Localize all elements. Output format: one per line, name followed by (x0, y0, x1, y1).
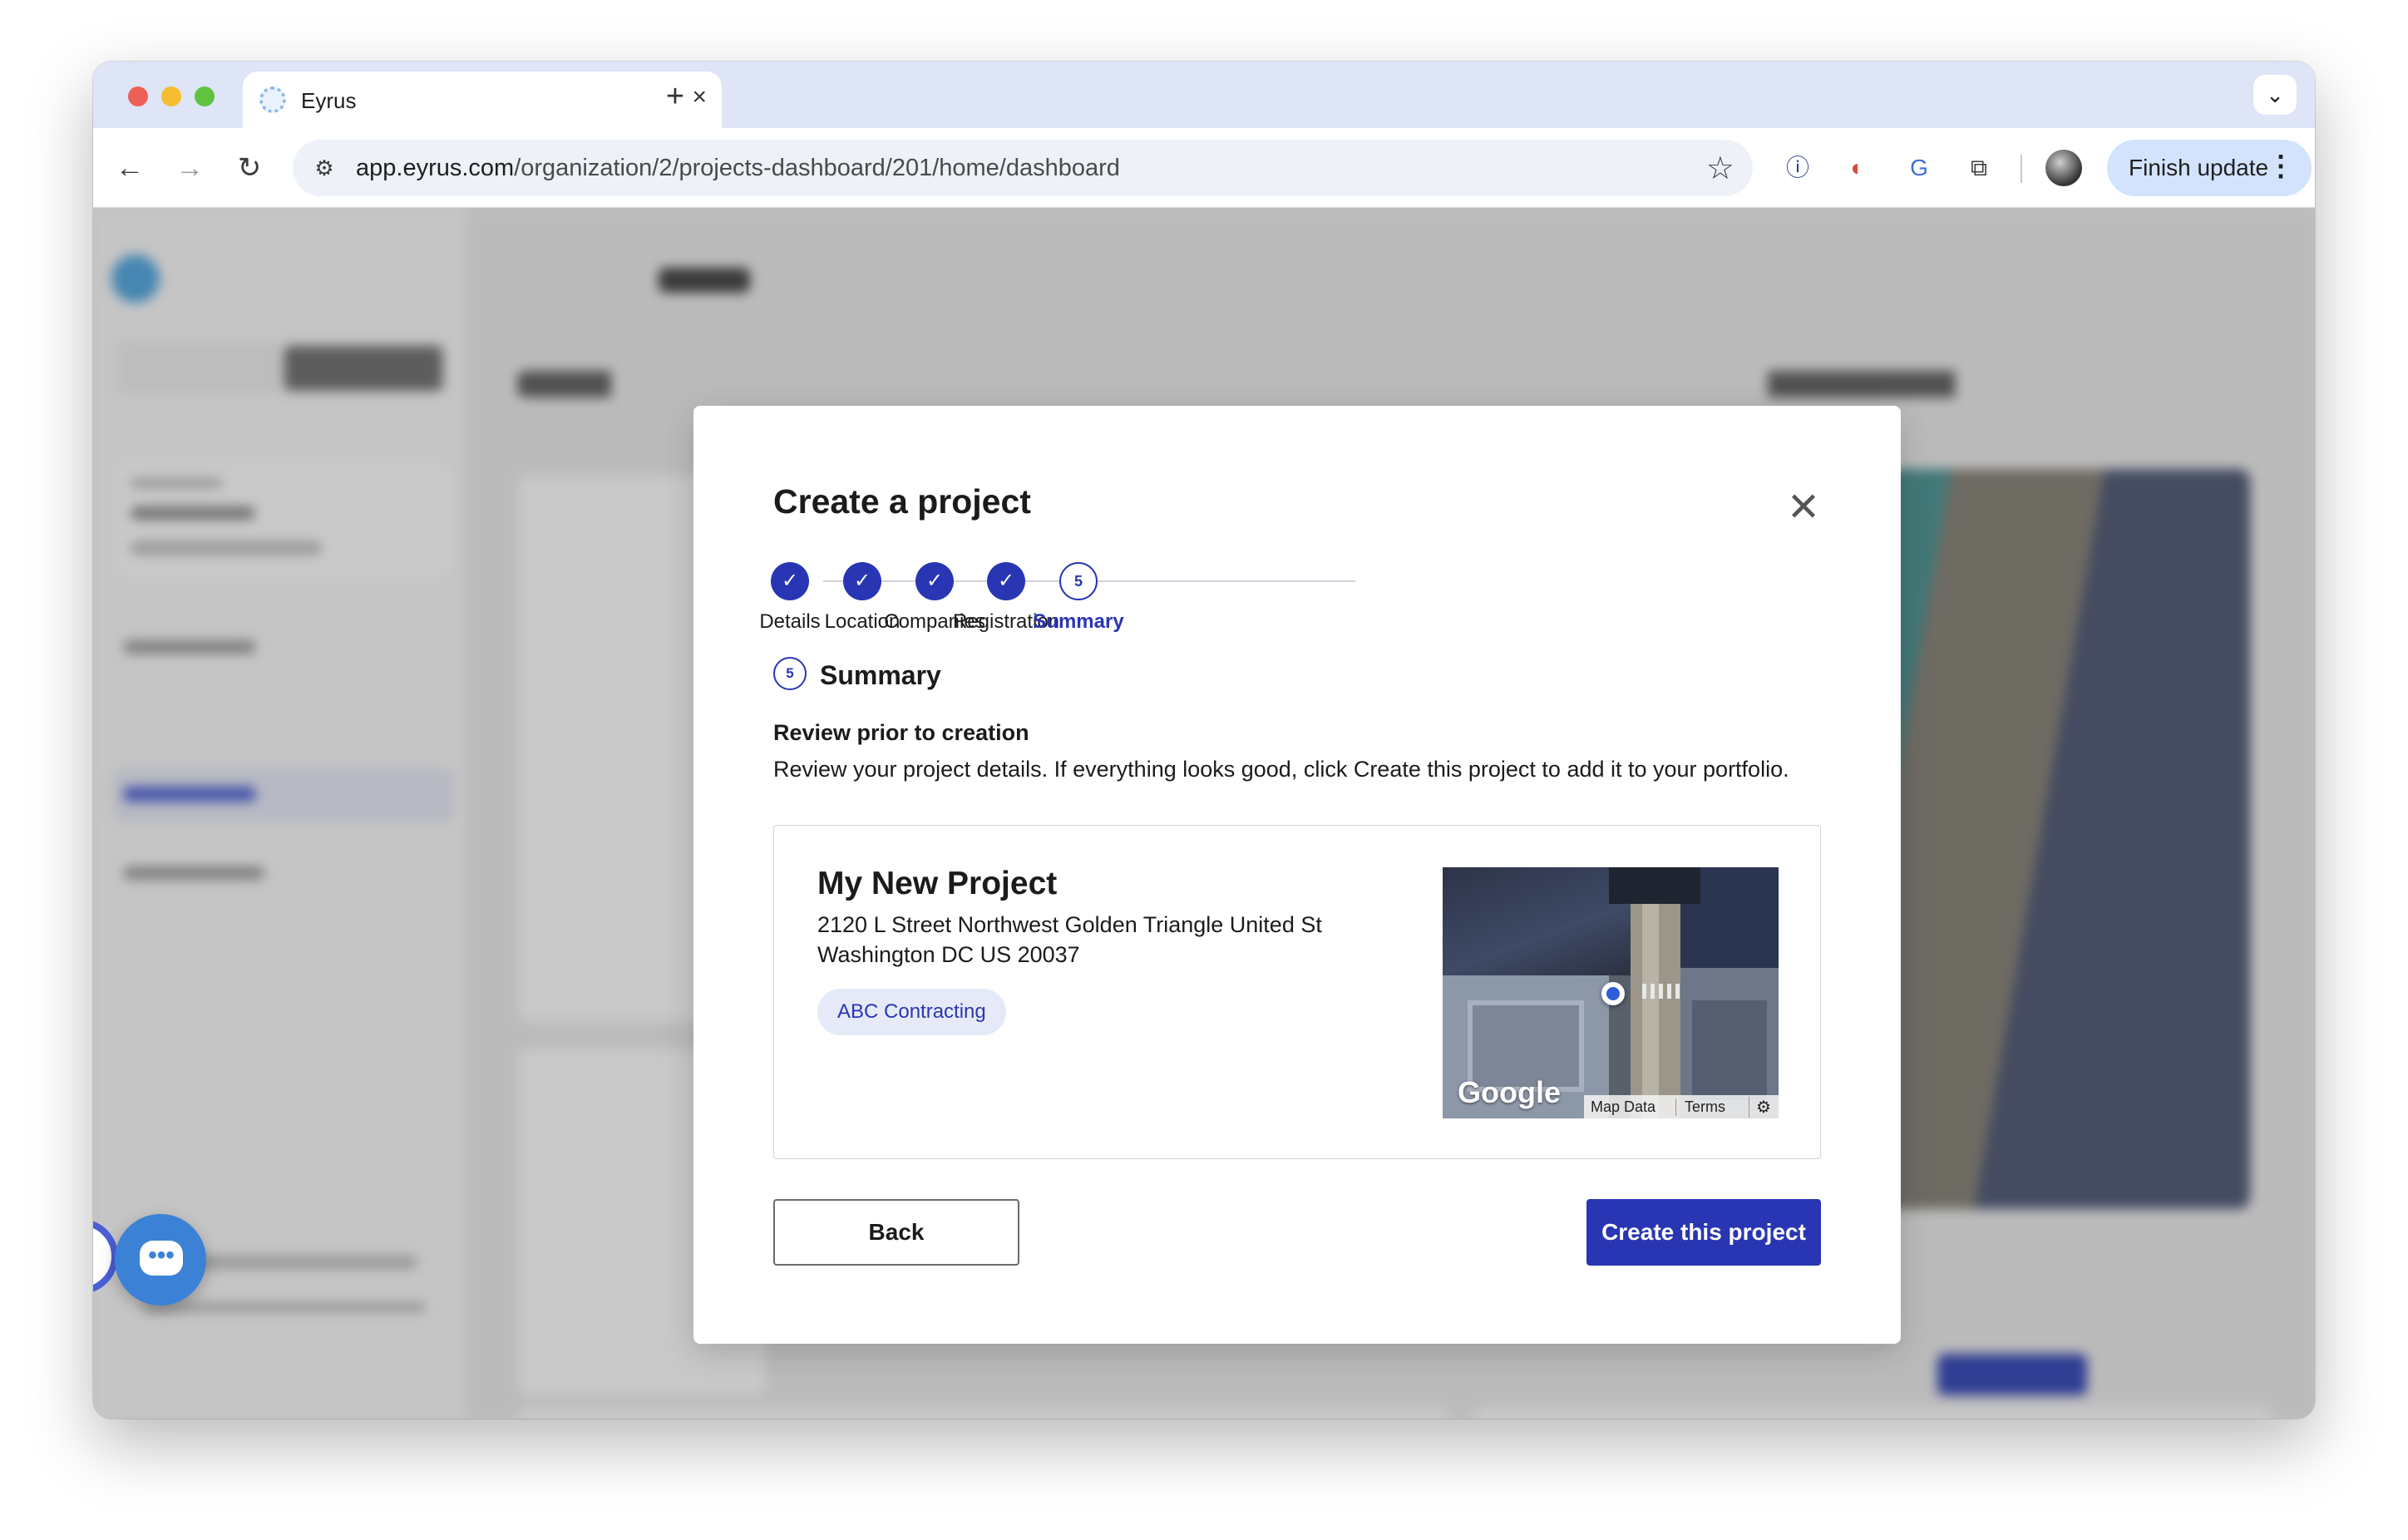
minimize-window-button[interactable] (161, 86, 181, 106)
menu-dots-icon: ⋮ (2267, 151, 2295, 182)
finish-update-label: Finish update (2129, 155, 2269, 180)
map-report-icon[interactable]: ⚙ (1749, 1097, 1771, 1118)
address-bar[interactable]: ⚙ app.eyrus.com/organization/2/projects-… (293, 140, 1753, 196)
extensions-puzzle-icon[interactable]: ⧉ (1961, 150, 1997, 186)
close-icon[interactable]: ✕ (1783, 487, 1824, 529)
chat-icon: ••• (140, 1241, 183, 1276)
tab-search-dropdown-icon[interactable]: ⌄ (2253, 75, 2297, 115)
company-chip: ABC Contracting (817, 989, 1006, 1035)
review-heading: Review prior to creation (773, 720, 1029, 745)
browser-tab[interactable]: Eyrus × (243, 72, 722, 128)
bookmark-star-icon[interactable]: ☆ (1706, 150, 1734, 187)
new-tab-button[interactable]: + (652, 73, 698, 120)
create-project-modal: Create a project ✕ ✓ Details ✓ Location … (693, 406, 1901, 1344)
project-name: My New Project (817, 866, 1058, 901)
password-manager-extension-icon[interactable]: ⓘ (1779, 150, 1816, 186)
url-host: app.eyrus.com (356, 155, 515, 181)
translate-extension-icon[interactable]: G (1901, 150, 1937, 186)
close-window-button[interactable] (128, 86, 148, 106)
map-data-link[interactable]: Map Data (1591, 1098, 1656, 1116)
map-building (1443, 867, 1631, 975)
project-summary-card: My New Project 2120 L Street Northwest G… (773, 825, 1821, 1159)
url-path: /organization/2/projects-dashboard/201/h… (514, 155, 1120, 181)
eyrus-favicon-icon (259, 86, 286, 113)
back-arrow-icon[interactable]: ← (108, 146, 151, 190)
url-text[interactable]: app.eyrus.com/organization/2/projects-da… (356, 155, 1120, 182)
browser-toolbar: ← → ↻ ⚙ app.eyrus.com/organization/2/pro… (93, 128, 2315, 208)
map-crosswalk (1642, 984, 1684, 999)
forward-arrow-icon[interactable]: → (168, 146, 211, 190)
google-logo: Google (1458, 1075, 1561, 1109)
map-terms-link[interactable]: Terms (1675, 1098, 1725, 1116)
toolbar-divider (2021, 155, 2022, 183)
back-button[interactable]: Back (773, 1199, 1019, 1266)
map-footer: Map Data Terms ⚙ (1584, 1095, 1779, 1118)
review-description: Review your project details. If everythi… (773, 757, 1789, 782)
map-shadow (1609, 867, 1700, 904)
browser-window: Eyrus × + ⌄ ← → ↻ ⚙ app.eyrus.com/organi… (93, 62, 2315, 1419)
step-number-badge: 5 (1059, 562, 1098, 600)
finish-update-button[interactable]: Finish update ⋮ (2107, 140, 2312, 196)
project-address-line2: Washington DC US 20037 (817, 942, 1080, 967)
section-title: Summary (820, 660, 941, 690)
chat-button[interactable]: ••• (115, 1214, 206, 1306)
location-map[interactable]: Google Map Data Terms ⚙ (1443, 867, 1779, 1118)
profile-avatar[interactable] (2045, 150, 2082, 186)
section-number-badge: 5 (773, 657, 807, 690)
maximize-window-button[interactable] (195, 86, 215, 106)
map-building (1692, 1000, 1767, 1100)
site-info-icon[interactable]: ⚙ (308, 151, 341, 185)
step-label: Summary (1033, 610, 1124, 633)
tab-strip: Eyrus × + ⌄ (93, 62, 2315, 128)
project-address-line1: 2120 L Street Northwest Golden Triangle … (817, 912, 1322, 937)
tab-title: Eyrus (301, 88, 357, 113)
step-summary[interactable]: 5 Summary (1012, 544, 1145, 633)
modal-title: Create a project (773, 482, 1031, 521)
color-extension-icon[interactable]: ◐ (1839, 150, 1876, 186)
create-project-button[interactable]: Create this project (1586, 1199, 1821, 1266)
location-pin-icon (1601, 982, 1625, 1005)
stepper: ✓ Details ✓ Location ✓ Companies ✓ Regis… (759, 544, 1405, 633)
reload-icon[interactable]: ↻ (228, 146, 271, 190)
